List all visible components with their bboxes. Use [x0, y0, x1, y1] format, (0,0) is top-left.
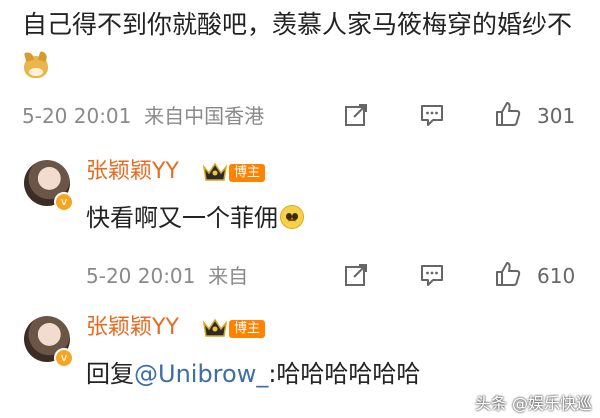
- watermark: 头条 @娱乐快巡: [474, 394, 592, 413]
- comment-source: 来自: [208, 264, 249, 288]
- post-timestamp: 5-20 20:01: [22, 104, 132, 128]
- verified-badge-icon: v: [54, 192, 74, 212]
- comment-icon[interactable]: [419, 262, 445, 288]
- comment-body: 快看啊又一个菲佣: [86, 204, 278, 232]
- crown-icon: [202, 318, 228, 337]
- post-body: 自己得不到你就酸吧，羡慕人家马筱梅穿的婚纱不: [22, 10, 573, 39]
- blogger-badge: 博主: [229, 320, 266, 338]
- post-source: 来自中国香港: [144, 104, 265, 128]
- mention-link[interactable]: @Unibrow_: [134, 360, 268, 388]
- post-text: 自己得不到你就酸吧，羡慕人家马筱梅穿的婚纱不: [22, 4, 582, 88]
- comment-username[interactable]: 张颖颖YY: [86, 158, 179, 186]
- share-icon[interactable]: [343, 102, 369, 128]
- post-like-count: 301: [537, 104, 576, 128]
- comment-meta: 5-20 20:01 来自: [86, 264, 248, 288]
- reply-prefix: 回复: [86, 360, 134, 388]
- reply-text: 回复@Unibrow_:哈哈哈哈哈哈: [86, 358, 420, 390]
- comment-timestamp: 5-20 20:01: [86, 264, 196, 288]
- share-icon[interactable]: [343, 262, 369, 288]
- sad-face-emoji: [280, 205, 304, 229]
- reply-body: :哈哈哈哈哈哈: [268, 360, 421, 388]
- crown-icon: [202, 162, 228, 181]
- comment-username[interactable]: 张颖颖YY: [86, 314, 179, 342]
- blogger-badge: 博主: [229, 164, 266, 182]
- comment-like-count: 610: [537, 264, 576, 288]
- comment-text: 快看啊又一个菲佣: [86, 202, 304, 234]
- post-meta: 5-20 20:01 来自中国香港: [22, 104, 264, 128]
- comment-icon[interactable]: [419, 102, 445, 128]
- verified-badge-icon: v: [54, 348, 74, 368]
- doge-emoji: [24, 56, 48, 78]
- like-icon[interactable]: [494, 260, 522, 288]
- like-icon[interactable]: [494, 100, 522, 128]
